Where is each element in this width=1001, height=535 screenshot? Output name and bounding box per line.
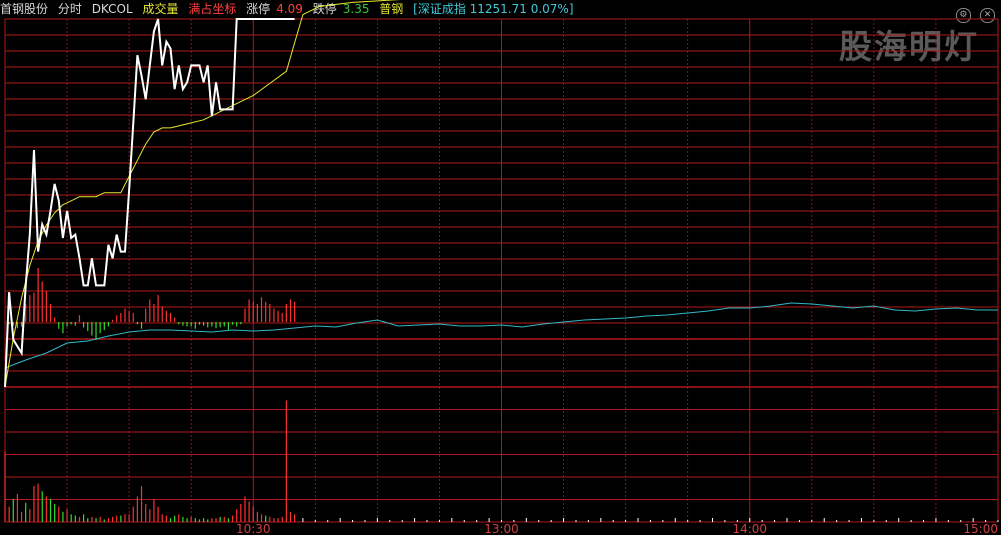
x-tick-label: 14:00 (732, 522, 767, 535)
price-line (4, 18, 295, 388)
x-tick-label: 13:00 (484, 522, 519, 535)
x-tick-label: 15:00 (963, 522, 998, 535)
x-tick-label: 10:30 (236, 522, 271, 535)
intraday-chart[interactable]: 10:30 13:00 14:00 15:00 (0, 0, 1001, 535)
